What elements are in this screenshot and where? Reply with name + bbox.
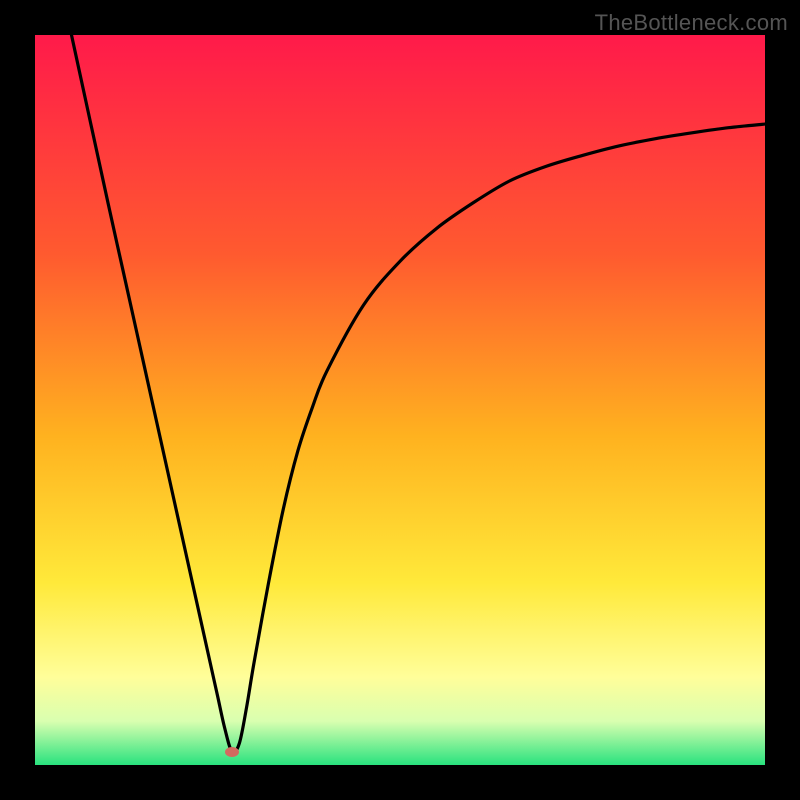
chart-frame: TheBottleneck.com (0, 0, 800, 800)
bottleneck-curve (35, 35, 765, 765)
plot-area (35, 35, 765, 765)
watermark-text: TheBottleneck.com (595, 10, 788, 36)
minimum-marker (225, 747, 239, 757)
